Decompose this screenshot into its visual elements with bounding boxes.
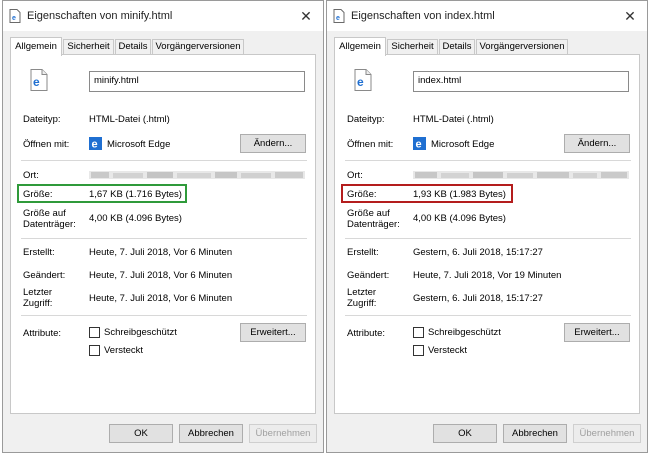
filetype-label: Dateityp: bbox=[23, 114, 61, 125]
location-label: Ort: bbox=[347, 170, 363, 181]
window-title: Eigenschaften von minify.html bbox=[27, 10, 173, 22]
redacted-location-value bbox=[413, 171, 629, 179]
tab-previous-versions[interactable]: Vorgängerversionen bbox=[152, 39, 244, 55]
size-on-disk-label: Größe auf Datenträger: bbox=[23, 208, 76, 230]
change-button[interactable]: Ändern... bbox=[240, 134, 306, 153]
tab-details[interactable]: Details bbox=[439, 39, 475, 55]
tab-security[interactable]: Sicherheit bbox=[63, 39, 114, 55]
filename-input[interactable]: index.html bbox=[413, 71, 629, 92]
hidden-label: Versteckt bbox=[428, 345, 468, 356]
modified-label: Geändert: bbox=[347, 270, 390, 281]
modified-value: Heute, 7. Juli 2018, Vor 6 Minuten bbox=[89, 270, 233, 281]
created-value: Heute, 7. Juli 2018, Vor 6 Minuten bbox=[89, 247, 233, 258]
apply-button[interactable]: Übernehmen bbox=[249, 424, 317, 443]
properties-dialog-minify: e Eigenschaften von minify.html ✕ Allgem… bbox=[2, 0, 324, 453]
modified-value: Heute, 7. Juli 2018, Vor 19 Minuten bbox=[413, 270, 562, 281]
modified-label: Geändert: bbox=[23, 270, 66, 281]
filename-input[interactable]: minify.html bbox=[89, 71, 305, 92]
separator bbox=[21, 238, 307, 239]
attributes-label: Attribute: bbox=[23, 328, 62, 339]
opens-with-label: Öffnen mit: bbox=[23, 139, 70, 150]
size-label: Größe: bbox=[347, 189, 377, 200]
tab-general[interactable]: Allgemein bbox=[10, 37, 62, 56]
general-panel: e index.html Dateityp: HTML-Datei (.html… bbox=[334, 54, 640, 414]
ok-button[interactable]: OK bbox=[433, 424, 497, 443]
attributes-label: Attribute: bbox=[347, 328, 386, 339]
tab-previous-versions[interactable]: Vorgängerversionen bbox=[476, 39, 568, 55]
size-on-disk-value: 4,00 KB (4.096 Bytes) bbox=[413, 213, 506, 224]
close-icon[interactable]: ✕ bbox=[295, 5, 317, 27]
close-icon[interactable]: ✕ bbox=[619, 5, 641, 27]
window-title: Eigenschaften von index.html bbox=[351, 10, 495, 22]
created-label: Erstellt: bbox=[347, 247, 379, 258]
cancel-button[interactable]: Abbrechen bbox=[179, 424, 243, 443]
accessed-value: Gestern, 6. Juli 2018, 15:17:27 bbox=[413, 293, 543, 304]
separator bbox=[345, 238, 631, 239]
location-label: Ort: bbox=[23, 170, 39, 181]
opens-with-value: Microsoft Edge bbox=[107, 139, 171, 150]
svg-text:e: e bbox=[92, 139, 98, 151]
size-label: Größe: bbox=[23, 189, 53, 200]
file-icon: e bbox=[333, 9, 345, 23]
accessed-value: Heute, 7. Juli 2018, Vor 6 Minuten bbox=[89, 293, 233, 304]
edge-icon: e bbox=[413, 137, 426, 150]
svg-text:e: e bbox=[12, 15, 16, 22]
filetype-value: HTML-Datei (.html) bbox=[413, 114, 494, 125]
html-file-icon: e bbox=[30, 69, 48, 91]
properties-dialog-index: e Eigenschaften von index.html ✕ Allgeme… bbox=[326, 0, 648, 453]
accessed-label: Letzter Zugriff: bbox=[347, 287, 377, 309]
edge-icon: e bbox=[89, 137, 102, 150]
svg-text:e: e bbox=[336, 15, 340, 22]
file-icon: e bbox=[9, 9, 21, 23]
hidden-checkbox[interactable] bbox=[413, 345, 424, 356]
change-button[interactable]: Ändern... bbox=[564, 134, 630, 153]
cancel-button[interactable]: Abbrechen bbox=[503, 424, 567, 443]
tab-details[interactable]: Details bbox=[115, 39, 151, 55]
size-value: 1,67 KB (1.716 Bytes) bbox=[89, 189, 182, 200]
separator bbox=[345, 315, 631, 316]
accessed-label: Letzter Zugriff: bbox=[23, 287, 53, 309]
separator bbox=[21, 315, 307, 316]
opens-with-label: Öffnen mit: bbox=[347, 139, 394, 150]
html-file-icon: e bbox=[354, 69, 372, 91]
readonly-label: Schreibgeschützt bbox=[104, 327, 177, 338]
filetype-label: Dateityp: bbox=[347, 114, 385, 125]
separator bbox=[345, 160, 631, 161]
size-on-disk-value: 4,00 KB (4.096 Bytes) bbox=[89, 213, 182, 224]
created-label: Erstellt: bbox=[23, 247, 55, 258]
tab-security[interactable]: Sicherheit bbox=[387, 39, 438, 55]
created-value: Gestern, 6. Juli 2018, 15:17:27 bbox=[413, 247, 543, 258]
redacted-location-value bbox=[89, 171, 305, 179]
readonly-checkbox[interactable] bbox=[413, 327, 424, 338]
readonly-checkbox[interactable] bbox=[89, 327, 100, 338]
general-panel: e minify.html Dateityp: HTML-Datei (.htm… bbox=[10, 54, 316, 414]
svg-text:e: e bbox=[416, 139, 422, 151]
advanced-button[interactable]: Erweitert... bbox=[240, 323, 306, 342]
separator bbox=[21, 160, 307, 161]
title-bar[interactable]: e Eigenschaften von minify.html ✕ bbox=[3, 1, 323, 31]
readonly-label: Schreibgeschützt bbox=[428, 327, 501, 338]
size-on-disk-label: Größe auf Datenträger: bbox=[347, 208, 400, 230]
svg-text:e: e bbox=[357, 75, 364, 89]
hidden-checkbox[interactable] bbox=[89, 345, 100, 356]
svg-text:e: e bbox=[33, 75, 40, 89]
title-bar[interactable]: e Eigenschaften von index.html ✕ bbox=[327, 1, 647, 31]
ok-button[interactable]: OK bbox=[109, 424, 173, 443]
apply-button[interactable]: Übernehmen bbox=[573, 424, 641, 443]
tab-general[interactable]: Allgemein bbox=[334, 37, 386, 56]
hidden-label: Versteckt bbox=[104, 345, 144, 356]
size-value: 1,93 KB (1.983 Bytes) bbox=[413, 189, 506, 200]
opens-with-value: Microsoft Edge bbox=[431, 139, 495, 150]
filetype-value: HTML-Datei (.html) bbox=[89, 114, 170, 125]
advanced-button[interactable]: Erweitert... bbox=[564, 323, 630, 342]
